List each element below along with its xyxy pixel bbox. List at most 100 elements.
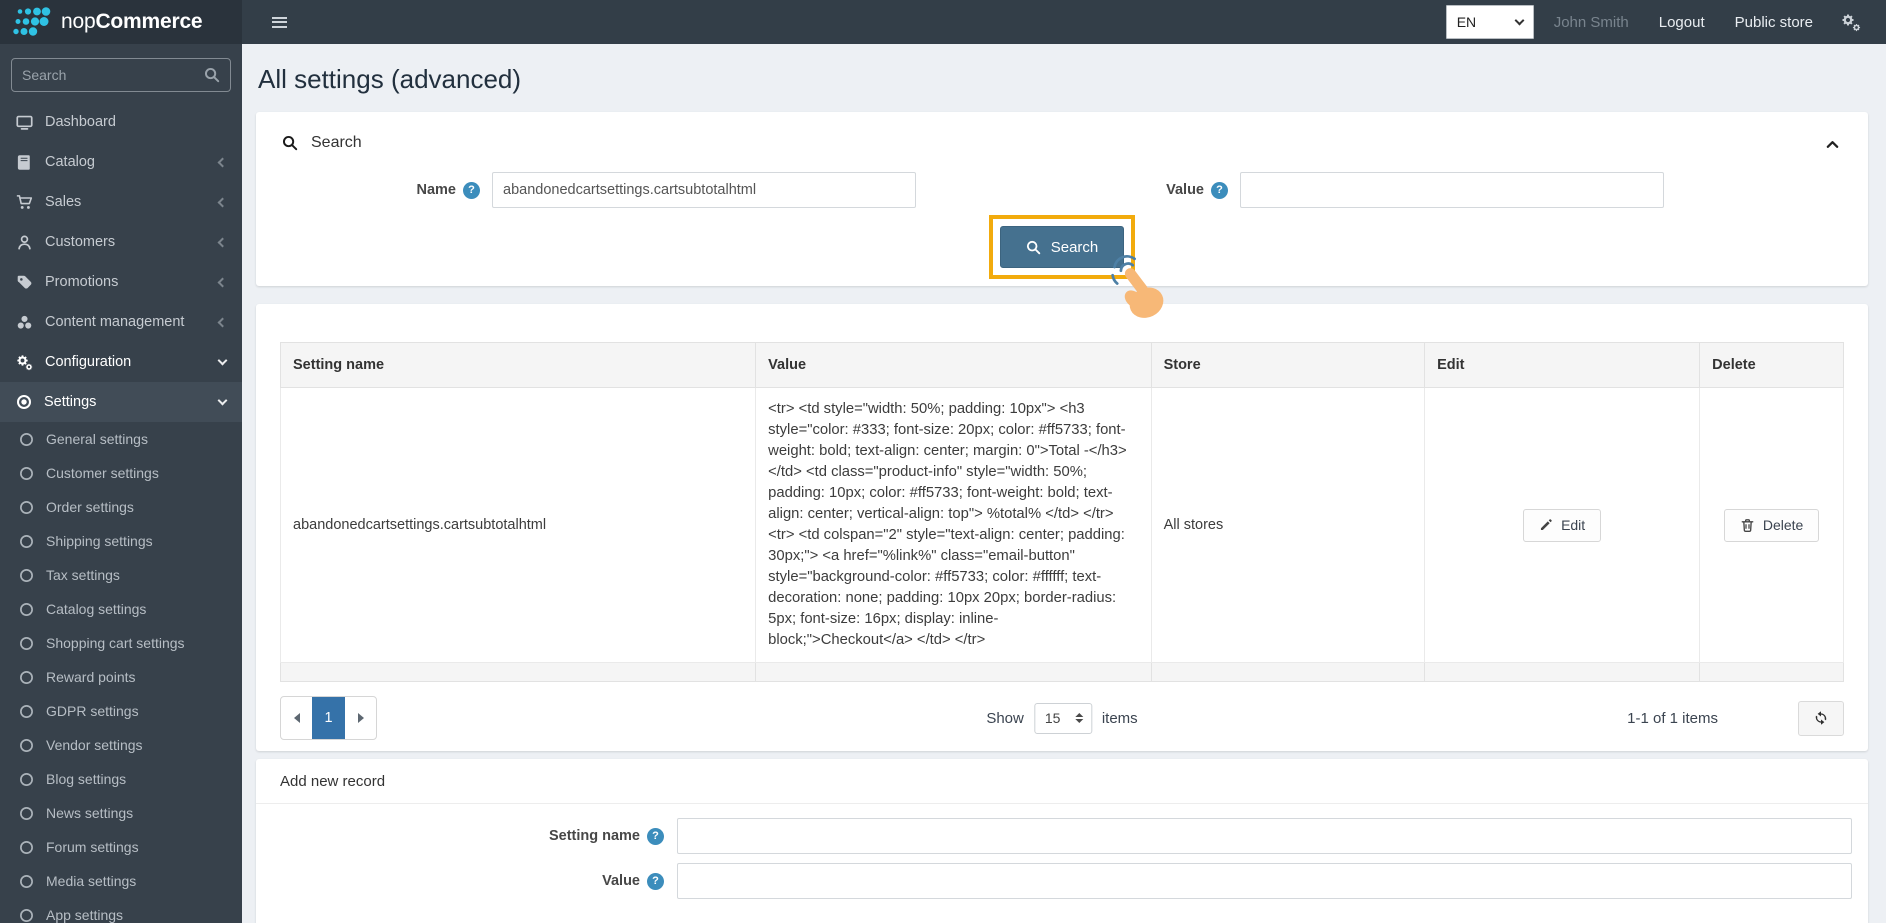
search-form: Name ? Value ?: [280, 172, 1844, 208]
next-page-button[interactable]: [345, 697, 376, 739]
sidebar-item-promotions[interactable]: Promotions: [0, 262, 242, 302]
setting-name-cell: abandonedcartsettings.cartsubtotalhtml: [279, 387, 757, 663]
topbar-right: EN John Smith Logout Public store: [1445, 0, 1886, 44]
circle-icon: [19, 534, 34, 549]
sidebar-item-settings[interactable]: Settings: [0, 382, 242, 422]
sidebar-search-input[interactable]: [22, 67, 204, 83]
add-value-input[interactable]: [677, 863, 1852, 899]
chevron-up-icon: [1825, 137, 1840, 152]
column-header-edit: Edit: [1424, 342, 1701, 388]
dot-circle-icon: [16, 394, 32, 410]
refresh-button[interactable]: [1798, 700, 1844, 736]
sidebar-item-dashboard[interactable]: Dashboard: [0, 102, 242, 142]
setting-value-cell: <tr> <td style="width: 50%; padding: 10p…: [755, 387, 1152, 663]
page-title: All settings (advanced): [258, 64, 522, 94]
setting-name-search-input[interactable]: [492, 172, 916, 208]
sidebar-item-content-management[interactable]: Content management: [0, 302, 242, 342]
sidebar-item-shipping-settings[interactable]: Shipping settings: [0, 524, 242, 558]
search-icon: [282, 135, 298, 151]
circle-icon: [19, 874, 34, 889]
up-down-arrows-icon: [1074, 713, 1083, 723]
add-setting-name-input[interactable]: [677, 818, 1852, 854]
sidebar-item-media-settings[interactable]: Media settings: [0, 864, 242, 898]
sidebar-item-catalog-settings[interactable]: Catalog settings: [0, 592, 242, 626]
top-bar: nopCommerce EN John Smith Logout Public …: [0, 0, 1886, 44]
store-cell: All stores: [1150, 387, 1426, 663]
circle-icon: [19, 908, 34, 923]
sidebar-item-news-settings[interactable]: News settings: [0, 796, 242, 830]
user-name-link[interactable]: John Smith: [1554, 14, 1629, 31]
sidebar-item-customers[interactable]: Customers: [0, 222, 242, 262]
chevron-left-icon: [217, 317, 228, 327]
sidebar-item-blog-settings[interactable]: Blog settings: [0, 762, 242, 796]
pager: 1: [280, 696, 377, 740]
circle-icon: [19, 466, 34, 481]
trash-icon: [1740, 518, 1755, 533]
add-setting-name-label: Setting name: [548, 828, 640, 844]
circle-icon: [19, 840, 34, 855]
sidebar-item-reward-points[interactable]: Reward points: [0, 660, 242, 694]
search-panel-title: Search: [311, 134, 362, 151]
grid-pagination-bar: 1 Show 15 items 1-1 of 1 items: [280, 696, 1844, 740]
sidebar-item-general-settings[interactable]: General settings: [0, 422, 242, 456]
arrow-right-icon: [357, 713, 364, 723]
add-value-label: Value: [602, 873, 640, 889]
sidebar-item-customer-settings[interactable]: Customer settings: [0, 456, 242, 490]
chevron-down-icon: [217, 395, 228, 406]
circle-icon: [19, 432, 34, 447]
add-record-panel: Add new record Setting name ? Value ?: [256, 759, 1868, 923]
help-icon[interactable]: ?: [647, 827, 664, 845]
sidebar-item-app-settings[interactable]: App settings: [0, 898, 242, 923]
range-group: 1-1 of 1 items: [1627, 700, 1844, 736]
table-row: abandonedcartsettings.cartsubtotalhtml <…: [279, 387, 1844, 663]
sidebar-item-tax-settings[interactable]: Tax settings: [0, 558, 242, 592]
person-icon: [16, 234, 33, 251]
sidebar-item-configuration[interactable]: Configuration: [0, 342, 242, 382]
setting-value-search-input[interactable]: [1240, 172, 1664, 208]
chevron-left-icon: [217, 237, 228, 247]
monitor-icon: [16, 114, 33, 131]
circle-icon: [19, 806, 34, 821]
search-button[interactable]: Search: [999, 226, 1125, 268]
circle-icon: [19, 738, 34, 753]
search-icon: [1026, 240, 1041, 255]
arrow-left-icon: [293, 713, 300, 723]
sidebar-item-gdpr-settings[interactable]: GDPR settings: [0, 694, 242, 728]
collapse-panel-button[interactable]: [1820, 132, 1844, 156]
table-header-row: Setting name Value Store Edit Delete: [279, 342, 1844, 388]
circle-icon: [19, 602, 34, 617]
sidebar-item-forum-settings[interactable]: Forum settings: [0, 830, 242, 864]
sidebar-item-shopping-cart-settings[interactable]: Shopping cart settings: [0, 626, 242, 660]
brand-logo[interactable]: nopCommerce: [0, 0, 242, 44]
settings-table: Setting name Value Store Edit Delete aba…: [279, 342, 1844, 682]
language-select[interactable]: EN: [1445, 5, 1534, 39]
sidebar-item-catalog[interactable]: Catalog: [0, 142, 242, 182]
sidebar-item-order-settings[interactable]: Order settings: [0, 490, 242, 524]
help-icon[interactable]: ?: [463, 181, 480, 199]
public-store-link[interactable]: Public store: [1735, 14, 1813, 31]
show-label: Show: [986, 709, 1024, 727]
nopcommerce-logo-icon: [13, 7, 51, 36]
current-page-button[interactable]: 1: [312, 697, 345, 739]
help-icon[interactable]: ?: [647, 872, 664, 890]
help-icon[interactable]: ?: [1211, 181, 1228, 199]
page-size-select[interactable]: 15: [1033, 702, 1092, 734]
settings-gear-icon[interactable]: [1841, 13, 1861, 32]
chevron-left-icon: [217, 197, 228, 207]
chevron-down-icon: [217, 355, 228, 366]
sidebar-item-vendor-settings[interactable]: Vendor settings: [0, 728, 242, 762]
add-record-title: Add new record: [256, 759, 1868, 804]
settings-grid-panel: Setting name Value Store Edit Delete aba…: [256, 304, 1868, 751]
circle-icon: [19, 568, 34, 583]
delete-button[interactable]: Delete: [1723, 508, 1820, 542]
language-value: EN: [1456, 14, 1477, 30]
sidebar-toggle-icon[interactable]: [268, 10, 291, 34]
sidebar-item-sales[interactable]: Sales: [0, 182, 242, 222]
grid-footer-strip: [279, 662, 1844, 682]
previous-page-button[interactable]: [281, 697, 312, 739]
edit-button[interactable]: Edit: [1523, 508, 1602, 542]
pencil-icon: [1539, 518, 1553, 532]
name-label: Name: [416, 182, 457, 198]
chevron-left-icon: [217, 157, 228, 167]
logout-link[interactable]: Logout: [1659, 14, 1705, 31]
